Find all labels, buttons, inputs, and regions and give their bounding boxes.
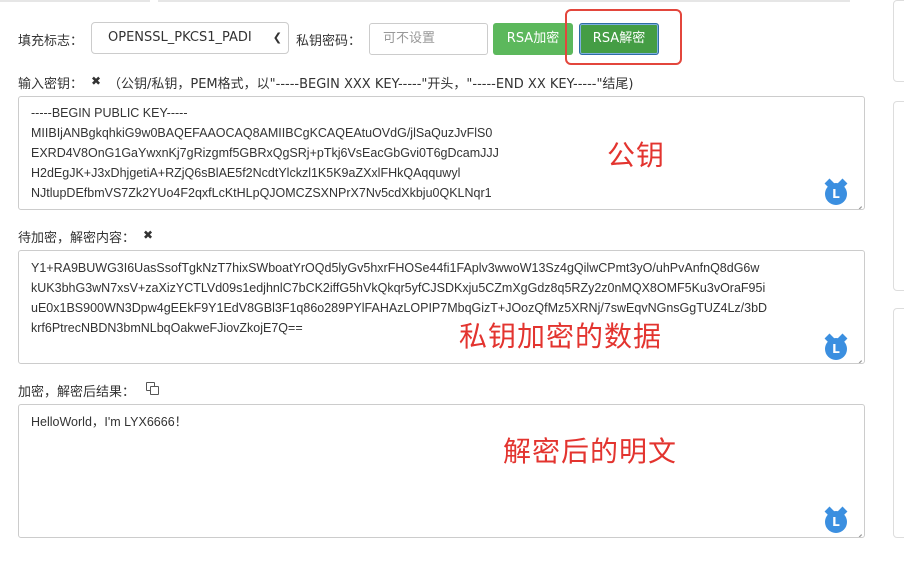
padding-label: 填充标志： xyxy=(18,34,84,49)
result-textarea[interactable]: HelloWorld，I'm LYX6666！ 解密后的明文 L xyxy=(18,404,865,538)
copy-icon-front xyxy=(150,386,159,395)
data-line: Y1+RA9BUWG3I6UasSsofTgkNzT7hixSWboatYrOQ… xyxy=(31,261,760,275)
public-key-annotation: 公钥 xyxy=(607,139,666,172)
resize-handle-icon[interactable] xyxy=(855,354,863,362)
clear-key-icon[interactable]: ✖ xyxy=(91,74,101,88)
result-text: HelloWorld，I'm LYX6666！ xyxy=(31,415,188,429)
password-input[interactable]: 可不设置 xyxy=(369,23,488,55)
clear-data-icon[interactable]: ✖ xyxy=(143,228,153,242)
assistant-badge-icon[interactable]: L xyxy=(825,183,847,205)
data-line: krf6PtrecNBDN3bmNLbqOakweFJiovZkojE7Q== xyxy=(31,321,303,335)
plaintext-annotation: 解密后的明文 xyxy=(503,435,678,468)
rsa-encrypt-button[interactable]: RSA加密 xyxy=(493,23,573,55)
key-line: MIIBIjANBgkqhkiG9w0BAQEFAAOCAQ8AMIIBCgKC… xyxy=(31,126,493,140)
result-label: 加密，解密后结果： xyxy=(18,385,136,400)
data-label: 待加密，解密内容： xyxy=(18,231,136,246)
key-format-hint: （公钥/私钥，PEM格式，以"-----BEGIN XXX KEY-----"开… xyxy=(108,77,634,92)
key-line: NJtlupDEfbmVS7Zk2YUo4F2qxfLcKtHLpQJOMCZS… xyxy=(31,186,492,200)
key-line: EXRD4V8OnG1GaYwxnKj7gRizgmf5GBRxQgSRj+pT… xyxy=(31,146,499,160)
assistant-badge-icon[interactable]: L xyxy=(825,338,847,360)
side-panel-card xyxy=(893,0,904,82)
key-line: -----BEGIN PUBLIC KEY----- xyxy=(31,106,188,120)
data-line: kUK3bhG3wN7xsV+zaXizYCTLVd09s1edjhnlC7bC… xyxy=(31,281,766,295)
key-label: 输入密钥： xyxy=(18,77,84,92)
resize-handle-icon[interactable] xyxy=(855,528,863,536)
copy-icon[interactable] xyxy=(146,382,160,395)
chevron-down-icon: ❮ xyxy=(272,31,282,44)
decrypt-highlight-box xyxy=(565,9,682,65)
assistant-badge-icon[interactable]: L xyxy=(825,511,847,533)
side-panel-card xyxy=(893,308,904,538)
side-panel-card xyxy=(893,101,904,291)
tab-divider xyxy=(0,0,850,2)
data-textarea[interactable]: Y1+RA9BUWG3I6UasSsofTgkNzT7hixSWboatYrOQ… xyxy=(18,250,865,364)
padding-select-value: OPENSSL_PKCS1_PADI xyxy=(108,30,252,45)
resize-handle-icon[interactable] xyxy=(855,200,863,208)
key-line: H2dEgJK+J3xDhjgetiA+RZjQ6sBlAE5f2NcdtYlc… xyxy=(31,166,461,180)
password-label: 私钥密码： xyxy=(296,34,362,49)
encrypted-data-annotation: 私钥加密的数据 xyxy=(459,320,663,353)
key-textarea[interactable]: -----BEGIN PUBLIC KEY----- MIIBIjANBgkqh… xyxy=(18,96,865,210)
tab-notch xyxy=(150,0,158,2)
padding-select[interactable]: OPENSSL_PKCS1_PADI ❮ xyxy=(91,22,289,54)
